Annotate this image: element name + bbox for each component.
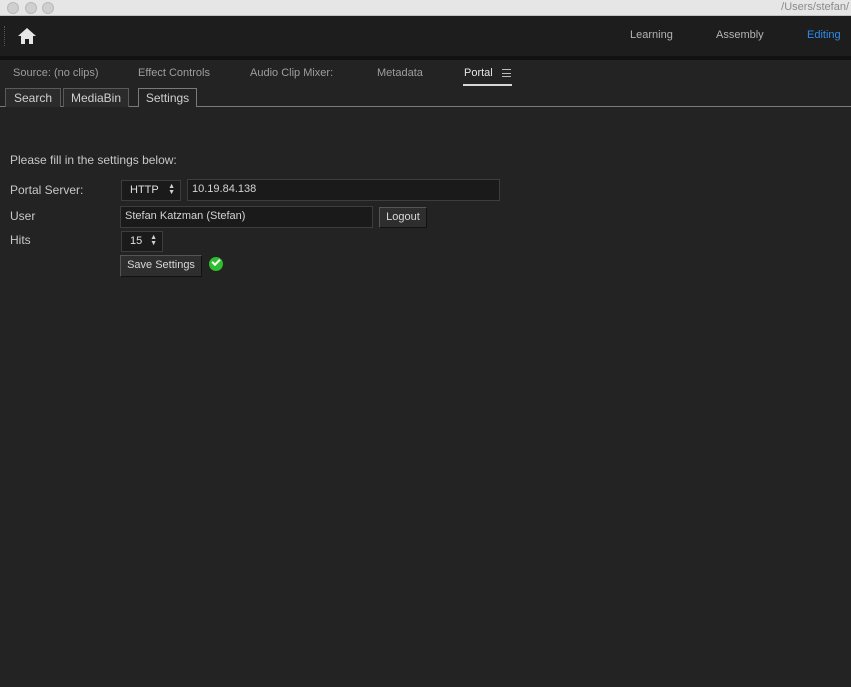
server-address-field[interactable]: 10.19.84.138: [187, 179, 500, 201]
tab-audio-clip-mixer[interactable]: Audio Clip Mixer:: [250, 67, 333, 79]
hits-label: Hits: [10, 233, 31, 247]
close-window-button[interactable]: [7, 2, 19, 14]
settings-intro: Please fill in the settings below:: [10, 153, 177, 167]
minimize-window-button[interactable]: [25, 2, 37, 14]
window-path: /Users/stefan/: [781, 1, 849, 13]
portal-sub-tabs: Search MediaBin Settings: [0, 88, 851, 107]
settings-panel: Please fill in the settings below: Porta…: [0, 108, 851, 687]
active-tab-indicator: [463, 84, 512, 86]
panel-tab-bar: Source: (no clips) Effect Controls Audio…: [0, 60, 851, 88]
select-arrows-icon: ▲ ▼: [168, 183, 175, 196]
success-check-icon: [209, 257, 223, 271]
subtab-search[interactable]: Search: [5, 88, 61, 107]
hits-stepper[interactable]: 15 ▲ ▼: [121, 231, 163, 252]
drag-grip[interactable]: [4, 26, 6, 46]
panel-menu-icon[interactable]: [502, 69, 511, 77]
tab-metadata[interactable]: Metadata: [377, 67, 423, 79]
tab-source[interactable]: Source: (no clips): [13, 67, 99, 79]
tab-effect-controls[interactable]: Effect Controls: [138, 67, 210, 79]
subtab-mediabin[interactable]: MediaBin: [63, 88, 129, 107]
hits-value: 15: [130, 235, 143, 247]
zoom-window-button[interactable]: [42, 2, 54, 14]
user-label: User: [10, 209, 36, 223]
user-field: Stefan Katzman (Stefan): [120, 206, 373, 228]
workspace-editing[interactable]: Editing: [807, 29, 841, 41]
workspace-assembly[interactable]: Assembly: [716, 29, 764, 41]
workspace-learning[interactable]: Learning: [630, 29, 673, 41]
subtab-settings[interactable]: Settings: [138, 88, 197, 107]
app-header: Learning Assembly Editing: [0, 16, 851, 56]
tab-portal[interactable]: Portal: [464, 67, 493, 79]
logout-button[interactable]: Logout: [379, 207, 427, 228]
window-title-bar: /Users/stefan/: [0, 0, 851, 16]
protocol-select[interactable]: HTTP ▲ ▼: [121, 180, 181, 201]
home-icon[interactable]: [16, 26, 38, 46]
save-settings-button[interactable]: Save Settings: [120, 255, 202, 277]
portal-server-label: Portal Server:: [10, 183, 84, 197]
stepper-arrows-icon: ▲ ▼: [150, 234, 157, 247]
protocol-value: HTTP: [130, 184, 159, 196]
